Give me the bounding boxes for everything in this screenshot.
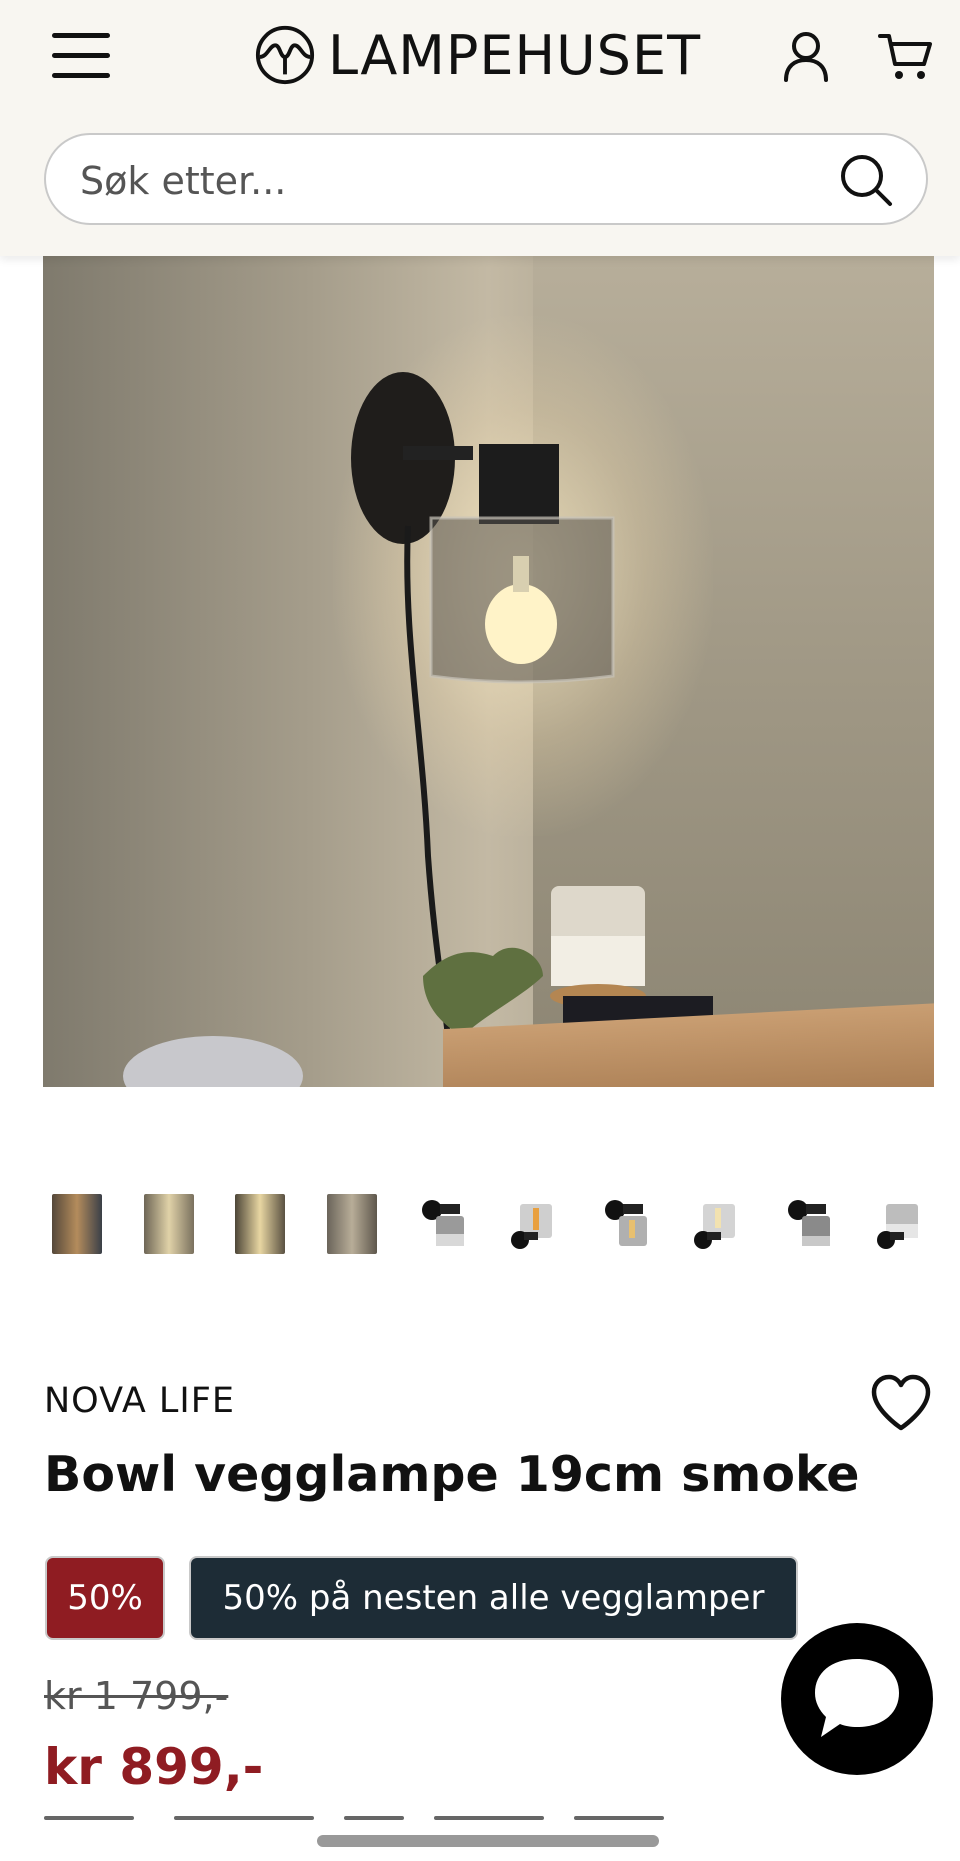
- site-header: LAMPEHUSET: [0, 0, 960, 256]
- thumbnail-4[interactable]: [327, 1194, 377, 1254]
- user-icon[interactable]: [782, 30, 830, 82]
- logo-mark-icon: [255, 25, 315, 85]
- thumbnail-10[interactable]: [876, 1194, 926, 1254]
- cut-off-text-line: [44, 1816, 664, 1824]
- search-input[interactable]: [78, 153, 842, 209]
- thumbnail-3[interactable]: [235, 1194, 285, 1254]
- lamp-thumb-icon: [788, 1200, 830, 1246]
- thumbnail-9[interactable]: [784, 1194, 834, 1254]
- product-brand[interactable]: NOVA LIFE: [44, 1381, 235, 1421]
- thumbnail-6[interactable]: [510, 1194, 560, 1254]
- logo-text: LAMPEHUSET: [328, 23, 702, 87]
- chat-bubble-icon: [815, 1659, 899, 1737]
- lamp-thumb-icon: [422, 1200, 464, 1246]
- lamp-thumb-icon: [877, 1204, 918, 1249]
- thumbnail-7[interactable]: [601, 1194, 651, 1254]
- search-bar: [44, 133, 928, 225]
- thumbnail-8[interactable]: [693, 1194, 743, 1254]
- heart-icon[interactable]: [870, 1374, 932, 1432]
- lamp-thumb-icon: [511, 1204, 552, 1249]
- lamp-illustration: [123, 372, 723, 1087]
- home-indicator[interactable]: [317, 1835, 659, 1847]
- campaign-badge[interactable]: 50% på nesten alle vegglamper: [189, 1556, 798, 1640]
- product-main-image[interactable]: [43, 256, 934, 1087]
- chat-button[interactable]: [781, 1623, 933, 1775]
- product-title: Bowl vegglampe 19cm smoke: [44, 1446, 860, 1503]
- lamp-thumb-icon: [694, 1204, 735, 1249]
- discount-badge: 50%: [45, 1556, 165, 1640]
- thumbnail-5[interactable]: [418, 1194, 468, 1254]
- thumbnail-2[interactable]: [144, 1194, 194, 1254]
- site-logo[interactable]: LAMPEHUSET: [254, 22, 701, 88]
- lamp-thumb-icon: [605, 1200, 647, 1246]
- original-price: kr 1 799,-: [44, 1674, 229, 1718]
- thumbnail-1[interactable]: [52, 1194, 102, 1254]
- hamburger-menu-icon[interactable]: [52, 30, 112, 80]
- sale-price: kr 899,-: [44, 1738, 264, 1796]
- search-icon[interactable]: [838, 152, 894, 208]
- thumbnail-strip: [52, 1194, 932, 1258]
- shopping-cart-icon[interactable]: [878, 28, 934, 84]
